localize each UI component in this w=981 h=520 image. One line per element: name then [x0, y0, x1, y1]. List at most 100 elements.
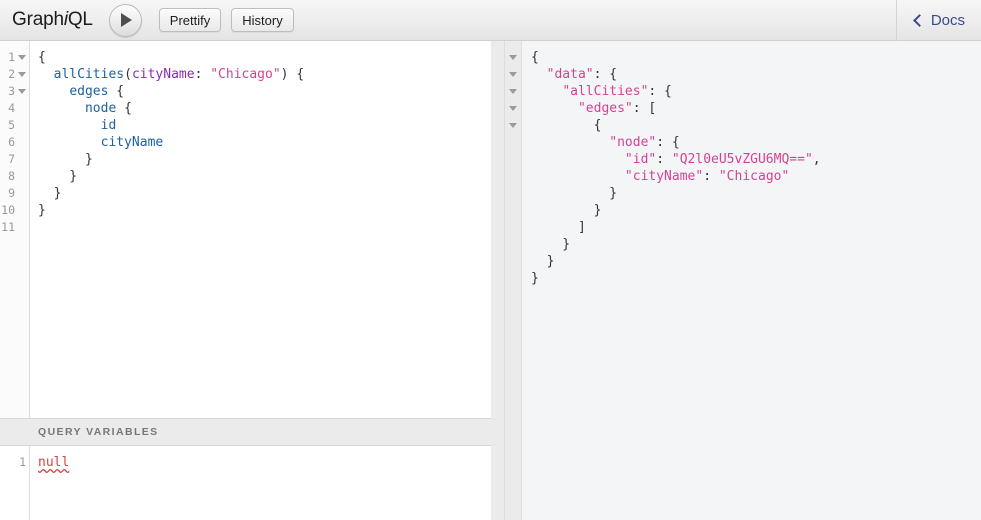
gutter-line[interactable]: 1 [0, 49, 29, 66]
line-number: 8 [8, 169, 15, 183]
execute-query-button[interactable] [108, 3, 142, 37]
prettify-button[interactable]: Prettify [158, 8, 222, 32]
variables-code-area[interactable]: null [30, 446, 491, 520]
query-editor[interactable]: 1 2 3 4 5 6 7 8 9 10 11 { allCities(cityName: "Chi… [0, 41, 491, 418]
gutter-line[interactable]: 3 [0, 83, 29, 100]
code-token: "id" [624, 152, 657, 167]
code-token: { [38, 50, 46, 65]
gutter-line[interactable] [505, 66, 521, 83]
code-line: } [38, 151, 491, 168]
code-token: ] [531, 220, 586, 235]
code-token: : [ [632, 101, 657, 116]
result-line: } [531, 253, 981, 270]
fold-toggle-icon[interactable] [509, 105, 517, 111]
gutter-line[interactable]: 2 [0, 66, 29, 83]
toolbar-divider [895, 0, 897, 41]
play-icon [121, 13, 133, 27]
line-number: 1 [19, 455, 26, 469]
gutter-line[interactable]: 6 [0, 134, 29, 151]
gutter-line[interactable] [505, 100, 521, 117]
result-line: "node": { [531, 134, 981, 151]
code-token: allCities [53, 67, 125, 82]
result-line: "cityName": "Chicago" [531, 168, 981, 185]
result-line: } [531, 202, 981, 219]
query-code-area[interactable]: { allCities(cityName: "Chicago") { edges… [30, 41, 491, 418]
gutter-line[interactable]: 10 [0, 202, 29, 219]
graphiql-app: GraphiQL Prettify History Docs 1 2 3 4 5 6 7 8 9… [0, 0, 981, 520]
result-line: "allCities": { [531, 83, 981, 100]
fold-toggle-icon[interactable] [509, 88, 517, 94]
gutter-line[interactable] [505, 117, 521, 134]
code-token: } [38, 203, 46, 218]
line-number: 9 [8, 186, 15, 200]
code-token: "edges" [577, 101, 633, 116]
code-token: : { [656, 135, 680, 150]
result-gutter[interactable] [505, 41, 522, 520]
line-number: 5 [8, 118, 15, 132]
fold-toggle-icon[interactable] [18, 71, 26, 77]
pane-resize-handle[interactable] [491, 41, 505, 520]
gutter-line[interactable]: 5 [0, 117, 29, 134]
code-token: edges [69, 84, 109, 99]
code-line: { [38, 49, 491, 66]
code-token: "Q2l0eU5vZGU6MQ==" [671, 152, 813, 167]
fold-toggle-icon[interactable] [509, 54, 517, 60]
code-line: } [38, 185, 491, 202]
gutter-line[interactable]: 1 [0, 454, 29, 471]
code-token: } [531, 186, 618, 201]
code-line: } [38, 168, 491, 185]
chevron-left-icon [912, 13, 926, 27]
code-token: : { [593, 67, 618, 82]
gutter-line[interactable]: 7 [0, 151, 29, 168]
result-code-area: { "data": { "allCities": { "edges": [ { … [522, 41, 981, 520]
code-token: : [703, 169, 719, 184]
toolbar: GraphiQL Prettify History Docs [0, 0, 981, 41]
docs-button[interactable]: Docs [912, 12, 971, 29]
gutter-line[interactable]: 8 [0, 168, 29, 185]
variables-null-value: null [38, 455, 70, 470]
code-token: "Chicago" [718, 169, 790, 184]
variables-gutter: 1 [0, 446, 30, 520]
code-line: cityName [38, 134, 491, 151]
line-number: 10 [1, 203, 15, 217]
line-number: 11 [1, 220, 15, 234]
code-token: : { [648, 84, 672, 99]
code-line: null [38, 454, 491, 471]
variables-editor[interactable]: 1 null [0, 446, 491, 520]
code-token: } [531, 237, 571, 252]
result-line: { [531, 117, 981, 134]
history-button[interactable]: History [231, 8, 294, 32]
code-token: } [38, 152, 93, 167]
code-token: : [656, 152, 672, 167]
line-number: 4 [8, 101, 15, 115]
gutter-line[interactable]: 9 [0, 185, 29, 202]
result-viewer: { "data": { "allCities": { "edges": [ { … [505, 41, 981, 520]
code-token: ) { [280, 67, 305, 82]
fold-toggle-icon[interactable] [18, 54, 26, 60]
fold-toggle-icon[interactable] [509, 122, 517, 128]
code-token: { [108, 84, 125, 99]
gutter-line[interactable] [505, 83, 521, 100]
fold-toggle-icon[interactable] [509, 71, 517, 77]
code-token: cityName [100, 135, 164, 150]
code-token: id [100, 118, 117, 133]
main-split: 1 2 3 4 5 6 7 8 9 10 11 { allCities(cityName: "Chi… [0, 41, 981, 520]
fold-toggle-icon[interactable] [18, 88, 26, 94]
code-token: } [531, 203, 602, 218]
result-line: ] [531, 219, 981, 236]
query-gutter[interactable]: 1 2 3 4 5 6 7 8 9 10 11 [0, 41, 30, 418]
query-variables-header[interactable]: QUERY VARIABLES [0, 419, 491, 446]
code-token: node [84, 101, 117, 116]
code-line: allCities(cityName: "Chicago") { [38, 66, 491, 83]
gutter-line[interactable]: 11 [0, 219, 29, 236]
gutter-line[interactable] [505, 49, 521, 66]
gutter-line[interactable]: 4 [0, 100, 29, 117]
